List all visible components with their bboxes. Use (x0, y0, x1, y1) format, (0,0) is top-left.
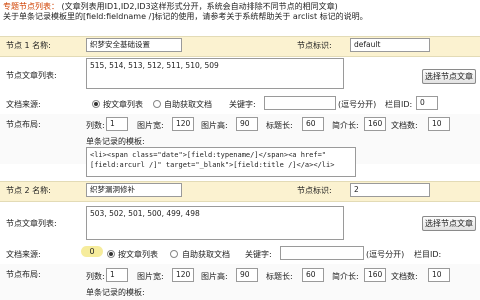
node-2-keyword-label: 关键字: (245, 250, 272, 259)
node-2-img-width-input[interactable]: 120 (172, 268, 194, 282)
node-1-id-input[interactable]: default (350, 38, 430, 52)
node-2-layout-label: 节点布局: (6, 270, 41, 279)
top-notes: 专题节点列表： (文章列表用ID1,ID2,ID3这样形式分开，系统会自动排除不… (0, 0, 480, 30)
node-1-radio-by-list[interactable] (92, 100, 100, 108)
section-title: 专题节点列表： (3, 2, 59, 11)
node-1-radio-auto-fetch[interactable] (153, 100, 161, 108)
node-1-columns-input[interactable]: 1 (106, 117, 128, 131)
node-2-badge: 0 (81, 246, 103, 257)
node-1-columns-label: 列数: (86, 121, 105, 130)
node-2-articles-textarea[interactable]: 503, 502, 501, 500, 499, 498 (86, 206, 344, 240)
node-2-columns-input[interactable]: 1 (106, 268, 128, 282)
node-2-doc-count-input[interactable]: 10 (428, 268, 450, 282)
node-1-name-input[interactable]: 织梦安全基础设置 (86, 38, 182, 52)
node-2-id-input[interactable]: 2 (350, 183, 430, 197)
node-2-column-id-label: 栏目ID: (414, 250, 442, 259)
node-2-img-width-label: 图片宽: (137, 272, 164, 281)
node-2-by-list-label: 按文章列表 (118, 250, 158, 259)
node-1-select-articles-button[interactable]: 选择节点文章 (422, 69, 476, 84)
node-1-layout-label: 节点布局: (6, 120, 41, 129)
node-2-columns-label: 列数: (86, 272, 105, 281)
node-1-source-label: 文档来源: (6, 100, 41, 109)
node-2-template-label: 单条记录的模板: (86, 288, 145, 297)
section-note: (文章列表用ID1,ID2,ID3这样形式分开，系统会自动排除不同节点的相同文章… (61, 2, 338, 11)
node-2-radio-by-list[interactable] (107, 250, 115, 258)
node-2-title-len-label: 标题长: (266, 272, 293, 281)
node-1-by-list-label: 按文章列表 (103, 100, 143, 109)
node-1-articles-label: 节点文章列表: (6, 71, 57, 80)
node-1-id-label: 节点标识: (297, 41, 332, 50)
node-2-doc-count-label: 文档数: (391, 272, 418, 281)
node-1-column-id-input[interactable]: 0 (416, 96, 438, 110)
node-1-name-label: 节点 1 名称: (6, 41, 51, 50)
node-2-auto-fetch-label: 自助获取文档 (182, 250, 230, 259)
node-1-intro-len-input[interactable]: 160 (364, 117, 386, 131)
node-1-img-width-label: 图片宽: (137, 121, 164, 130)
node-2-select-articles-button[interactable]: 选择节点文章 (422, 216, 476, 231)
node-2-id-label: 节点标识: (297, 186, 332, 195)
node-2-img-height-input[interactable]: 90 (236, 268, 258, 282)
node-1-doc-count-input[interactable]: 10 (428, 117, 450, 131)
node-1-keyword-label: 关键字: (229, 100, 256, 109)
node-2-articles-label: 节点文章列表: (6, 219, 57, 228)
node-2-comma-sep-label: (逗号分开) (366, 250, 405, 259)
node-2-keyword-input[interactable] (280, 246, 364, 260)
node-1-img-height-label: 图片高: (201, 121, 228, 130)
node-1-template-label: 单条记录的模板: (86, 137, 145, 146)
node-2-radio-auto-fetch[interactable] (170, 250, 178, 258)
node-1-img-width-input[interactable]: 120 (172, 117, 194, 131)
node-2-source-label: 文档来源: (6, 250, 41, 259)
node-1-auto-fetch-label: 自助获取文档 (164, 100, 212, 109)
node-1-template-textarea[interactable]: <li><span class="date">[field:typename/]… (86, 147, 356, 177)
node-1-column-id-label: 栏目ID: (385, 100, 413, 109)
node-2-img-height-label: 图片高: (201, 272, 228, 281)
node-1-keyword-input[interactable] (264, 96, 336, 110)
node-1-title-len-label: 标题长: (266, 121, 293, 130)
node-1-title-len-input[interactable]: 60 (302, 117, 324, 131)
node-2-title-len-input[interactable]: 60 (302, 268, 324, 282)
node-2-intro-len-input[interactable]: 160 (364, 268, 386, 282)
node-1-comma-sep-label: (逗号分开) (338, 100, 377, 109)
node-1-img-height-input[interactable]: 90 (236, 117, 258, 131)
node-1-intro-len-label: 简介长: (332, 121, 359, 130)
node-2-intro-len-label: 简介长: (332, 272, 359, 281)
node-1-doc-count-label: 文档数: (391, 121, 418, 130)
node-2-name-input[interactable]: 织梦漏洞修补 (86, 183, 182, 197)
node-1-articles-textarea[interactable]: 515, 514, 513, 512, 511, 510, 509 (86, 58, 344, 89)
template-note: 关于单条记录模板里的[field:fieldname /]标记的使用，请参考关于… (3, 12, 368, 21)
node-2-name-label: 节点 2 名称: (6, 186, 51, 195)
